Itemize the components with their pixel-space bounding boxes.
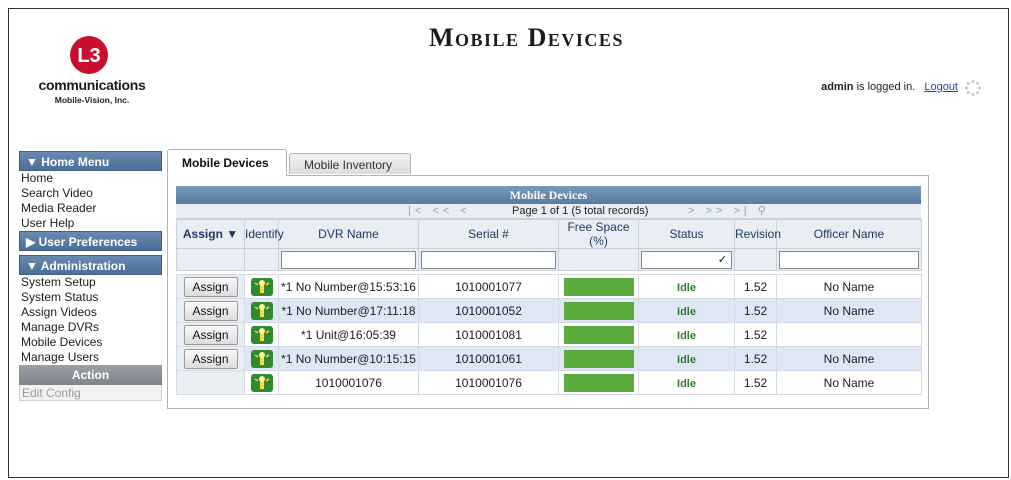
col-serial[interactable]: Serial #: [418, 219, 559, 249]
dvr-name-cell: *1 No Number@10:15:15: [278, 346, 419, 371]
sidebar-item-user-help[interactable]: User Help: [19, 216, 162, 231]
filter-dvr-name-input[interactable]: [281, 250, 416, 269]
free-space-bar: [563, 277, 634, 296]
sidebar: ▼ Home Menu Home Search Video Media Read…: [19, 151, 162, 401]
assign-button[interactable]: Assign: [183, 276, 238, 297]
col-free-space[interactable]: Free Space (%): [558, 219, 639, 249]
filter-status-select[interactable]: ✓: [641, 250, 732, 269]
dvr-name-cell: *1 Unit@16:05:39: [278, 322, 419, 347]
chevron-down-icon: ✓: [717, 253, 727, 266]
status-cell: Idle: [677, 305, 696, 318]
sidebar-item-system-setup[interactable]: System Setup: [19, 275, 162, 290]
login-suffix: is logged in.: [856, 81, 916, 93]
col-dvr-name[interactable]: DVR Name: [278, 219, 419, 249]
col-revision[interactable]: Revision: [734, 219, 781, 249]
sidebar-item-manage-dvrs[interactable]: Manage DVRs: [19, 320, 162, 335]
filter-serial-input[interactable]: [421, 250, 556, 269]
revision-cell: 1.52: [734, 298, 777, 323]
sidebar-item-mobile-devices[interactable]: Mobile Devices: [19, 335, 162, 350]
assign-button[interactable]: Assign: [183, 300, 238, 321]
app-window: L3 communications Mobile-Vision, Inc. Mo…: [8, 8, 1009, 478]
status-cell: Idle: [677, 353, 696, 366]
table-row[interactable]: Assign *1 Unit@16:05:39 1010001081 Idle …: [176, 322, 922, 347]
col-identify: Identify: [244, 219, 284, 249]
officer-name-cell: No Name: [776, 298, 922, 323]
officer-name-cell: No Name: [776, 370, 922, 395]
action-item-edit-config[interactable]: Edit Config: [19, 385, 162, 401]
col-officer-name[interactable]: Officer Name: [776, 219, 922, 249]
identify-icon[interactable]: [250, 325, 273, 344]
sidebar-item-media-reader[interactable]: Media Reader: [19, 201, 162, 216]
officer-name-cell: No Name: [776, 346, 922, 371]
free-space-bar: [563, 349, 634, 368]
home-menu-header[interactable]: ▼ Home Menu: [19, 151, 162, 171]
sidebar-item-home[interactable]: Home: [19, 171, 162, 186]
serial-cell: 1010001052: [418, 298, 559, 323]
serial-cell: 1010001077: [418, 274, 559, 299]
revision-cell: 1.52: [734, 370, 777, 395]
login-status: admin is logged in. Logout: [821, 81, 958, 93]
officer-name-cell: No Name: [776, 274, 922, 299]
page-title: Mobile Devices: [429, 23, 624, 52]
grid-title: Mobile Devices: [176, 186, 921, 204]
username: admin: [821, 81, 854, 93]
free-space-bar: [563, 301, 634, 320]
action-header: Action: [19, 365, 162, 385]
sidebar-item-search-video[interactable]: Search Video: [19, 186, 162, 201]
status-cell: Idle: [677, 281, 696, 294]
revision-cell: 1.52: [734, 322, 777, 347]
identify-icon[interactable]: [250, 349, 273, 368]
filter-officer-name-input[interactable]: [779, 250, 919, 269]
logo-text: communications: [38, 77, 146, 93]
administration-header[interactable]: ▼ Administration: [19, 255, 162, 275]
dvr-name-cell: *1 No Number@17:11:18: [278, 298, 419, 323]
dvr-name-cell: *1 No Number@15:53:16: [278, 274, 419, 299]
serial-cell: 1010001076: [418, 370, 559, 395]
col-assign[interactable]: Assign ▼: [176, 219, 245, 249]
loading-spinner-icon: [965, 80, 981, 96]
devices-grid: Mobile Devices |< << < Page 1 of 1 (5 to…: [176, 186, 922, 395]
status-cell: Idle: [677, 329, 696, 342]
assign-button[interactable]: Assign: [183, 324, 238, 345]
tab-mobile-inventory[interactable]: Mobile Inventory: [289, 153, 411, 174]
pager-next-last-icon[interactable]: > >> >| ⚲: [688, 204, 770, 219]
free-space-bar: [563, 373, 634, 392]
serial-cell: 1010001061: [418, 346, 559, 371]
sidebar-item-assign-videos[interactable]: Assign Videos: [19, 305, 162, 320]
sidebar-item-system-status[interactable]: System Status: [19, 290, 162, 305]
status-cell: Idle: [677, 377, 696, 390]
pager-first-prev-icon[interactable]: |< << <: [408, 204, 471, 219]
svg-text:L3: L3: [77, 45, 100, 67]
identify-icon[interactable]: [250, 301, 273, 320]
pager: |< << < Page 1 of 1 (5 total records) > …: [176, 204, 921, 219]
devices-table: Assign ▼ Identify DVR Name Serial # Free…: [176, 219, 922, 395]
sidebar-item-manage-users[interactable]: Manage Users: [19, 350, 162, 365]
identify-icon[interactable]: [250, 373, 273, 392]
l3-logo-icon: L3: [70, 36, 108, 74]
free-space-bar: [563, 325, 634, 344]
logo-subtitle: Mobile-Vision, Inc.: [54, 95, 130, 105]
serial-cell: 1010001081: [418, 322, 559, 347]
company-logo: L3 communications Mobile-Vision, Inc.: [27, 35, 157, 130]
user-preferences-header[interactable]: ▶ User Preferences: [19, 231, 162, 251]
dvr-name-cell: 1010001076: [278, 370, 419, 395]
col-status[interactable]: Status: [638, 219, 735, 249]
tab-panel: Mobile Devices |< << < Page 1 of 1 (5 to…: [167, 175, 929, 409]
revision-cell: 1.52: [734, 346, 777, 371]
pager-text: Page 1 of 1 (5 total records): [512, 205, 649, 217]
identify-icon[interactable]: [250, 277, 273, 296]
logout-link[interactable]: Logout: [924, 81, 958, 93]
table-row[interactable]: 1010001076 1010001076 Idle 1.52 No Name: [176, 370, 922, 395]
table-row[interactable]: Assign *1 No Number@10:15:15 1010001061 …: [176, 346, 922, 371]
tab-mobile-devices[interactable]: Mobile Devices: [167, 149, 287, 176]
officer-name-cell: [776, 322, 922, 347]
assign-button[interactable]: Assign: [183, 348, 238, 369]
revision-cell: 1.52: [734, 274, 777, 299]
table-row[interactable]: Assign *1 No Number@15:53:16 1010001077 …: [176, 274, 922, 299]
table-row[interactable]: Assign *1 No Number@17:11:18 1010001052 …: [176, 298, 922, 323]
